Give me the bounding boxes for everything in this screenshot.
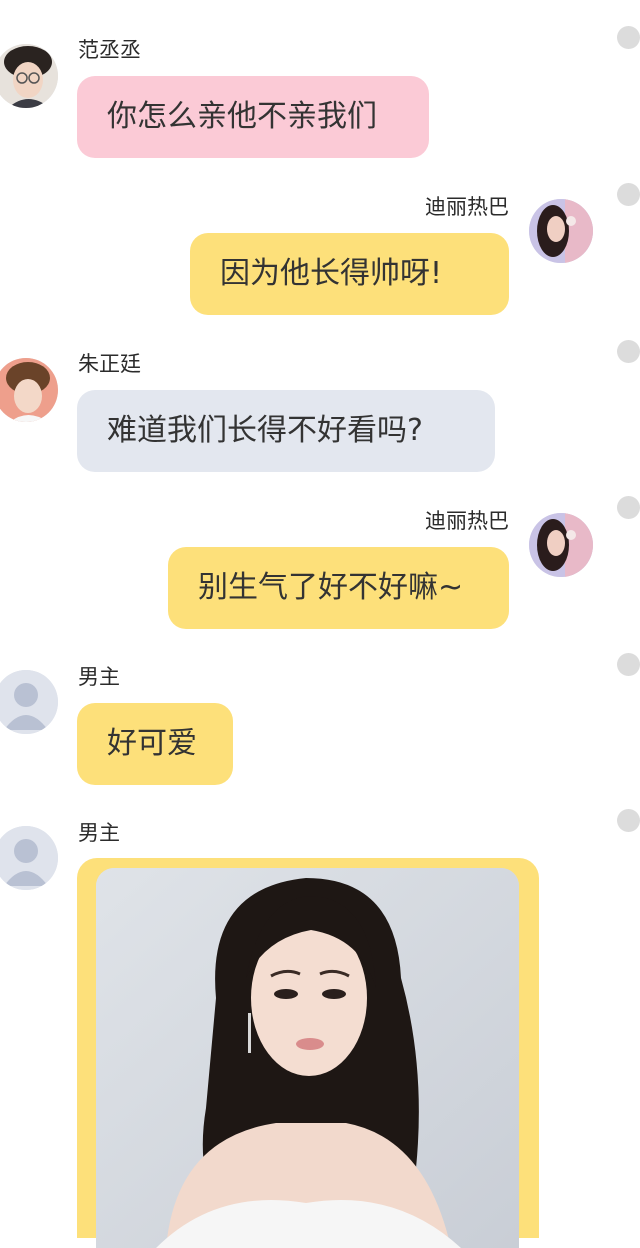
message-bubble[interactable]: 难道我们长得不好看吗? bbox=[77, 390, 495, 472]
select-radio[interactable] bbox=[617, 340, 640, 363]
sender-name: 范丞丞 bbox=[78, 38, 141, 62]
message-bubble[interactable]: 好可爱 bbox=[77, 703, 233, 785]
select-radio[interactable] bbox=[617, 183, 640, 206]
select-radio[interactable] bbox=[617, 26, 640, 49]
default-avatar-icon[interactable] bbox=[0, 670, 58, 734]
avatar-dilireba[interactable] bbox=[529, 199, 593, 263]
sender-name: 迪丽热巴 bbox=[425, 195, 509, 219]
avatar-dilireba[interactable] bbox=[529, 513, 593, 577]
default-avatar-icon[interactable] bbox=[0, 826, 58, 890]
sender-name: 男主 bbox=[78, 821, 120, 845]
avatar-fan[interactable] bbox=[0, 44, 58, 108]
select-radio[interactable] bbox=[617, 809, 640, 832]
message-bubble[interactable]: 你怎么亲他不亲我们 bbox=[77, 76, 429, 158]
message-bubble[interactable]: 别生气了好不好嘛~ bbox=[168, 547, 509, 629]
sender-name: 朱正廷 bbox=[78, 352, 141, 376]
sender-name: 男主 bbox=[78, 665, 120, 689]
sender-name: 迪丽热巴 bbox=[425, 509, 509, 533]
select-radio[interactable] bbox=[617, 496, 640, 519]
message-bubble[interactable]: 因为他长得帅呀! bbox=[190, 233, 509, 315]
image-bubble[interactable] bbox=[77, 858, 539, 1248]
avatar-zhu[interactable] bbox=[0, 358, 58, 422]
select-radio[interactable] bbox=[617, 653, 640, 676]
photo-image[interactable] bbox=[96, 868, 519, 1248]
